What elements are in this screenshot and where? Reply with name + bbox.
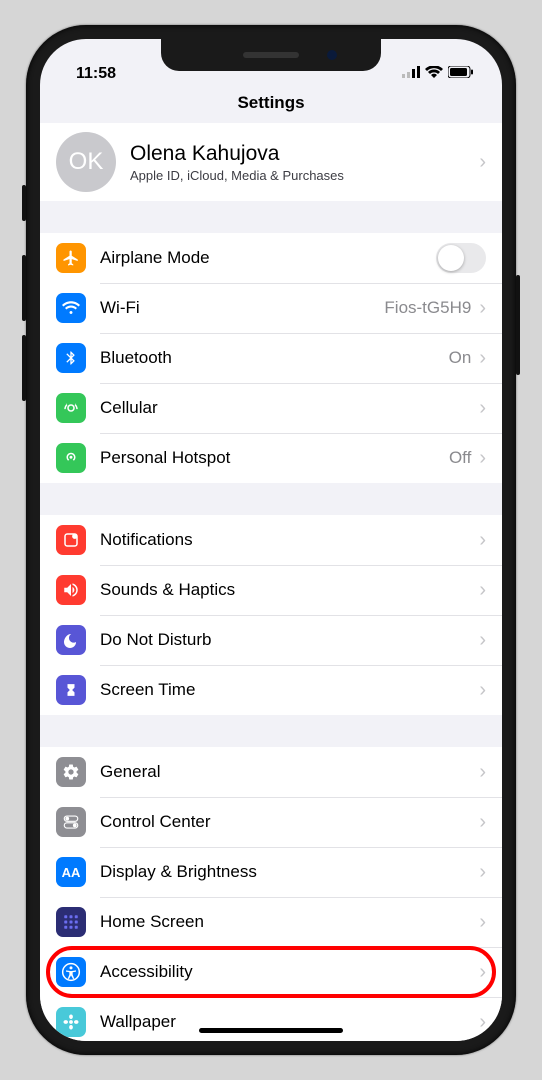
- notch: [161, 39, 381, 71]
- wallpaper-row[interactable]: Wallpaper ›: [40, 997, 502, 1041]
- switches-icon: [56, 807, 86, 837]
- wifi-value: Fios-tG5H9: [384, 298, 471, 318]
- chevron-right-icon: ›: [479, 679, 486, 702]
- chevron-right-icon: ›: [479, 761, 486, 784]
- chevron-right-icon: ›: [479, 447, 486, 470]
- phone-frame: 11:58 Settings OK Olena Kahujova A: [26, 25, 516, 1055]
- sounds-row[interactable]: Sounds & Haptics ›: [40, 565, 502, 615]
- airplane-label: Airplane Mode: [100, 248, 436, 268]
- notifications-label: Notifications: [100, 530, 477, 550]
- home-indicator[interactable]: [199, 1028, 343, 1033]
- wifi-label: Wi-Fi: [100, 298, 384, 318]
- chevron-right-icon: ›: [479, 629, 486, 652]
- cellular-signal-icon: [402, 65, 420, 83]
- battery-icon: [448, 65, 474, 83]
- wifi-row[interactable]: Wi-Fi Fios-tG5H9 ›: [40, 283, 502, 333]
- accessibility-row[interactable]: Accessibility ›: [40, 947, 502, 997]
- accessibility-label: Accessibility: [100, 962, 477, 982]
- home-screen-row[interactable]: Home Screen ›: [40, 897, 502, 947]
- screentime-row[interactable]: Screen Time ›: [40, 665, 502, 715]
- chevron-right-icon: ›: [479, 297, 486, 320]
- airplane-icon: [56, 243, 86, 273]
- chevron-right-icon: ›: [479, 529, 486, 552]
- chevron-right-icon: ›: [479, 1011, 486, 1034]
- bluetooth-icon: [56, 343, 86, 373]
- display-label: Display & Brightness: [100, 862, 477, 882]
- sounds-label: Sounds & Haptics: [100, 580, 477, 600]
- profile-subtitle: Apple ID, iCloud, Media & Purchases: [130, 168, 477, 183]
- apple-id-row[interactable]: OK Olena Kahujova Apple ID, iCloud, Medi…: [40, 123, 502, 201]
- dnd-row[interactable]: Do Not Disturb ›: [40, 615, 502, 665]
- chevron-right-icon: ›: [479, 961, 486, 984]
- hotspot-row[interactable]: Personal Hotspot Off ›: [40, 433, 502, 483]
- avatar: OK: [56, 132, 116, 192]
- airplane-mode-row[interactable]: Airplane Mode: [40, 233, 502, 283]
- airplane-toggle[interactable]: [436, 243, 486, 273]
- screentime-label: Screen Time: [100, 680, 477, 700]
- home-grid-icon: [56, 907, 86, 937]
- home-screen-label: Home Screen: [100, 912, 477, 932]
- moon-icon: [56, 625, 86, 655]
- screen: 11:58 Settings OK Olena Kahujova A: [40, 39, 502, 1041]
- notifications-icon: [56, 525, 86, 555]
- notifications-row[interactable]: Notifications ›: [40, 515, 502, 565]
- wifi-icon: [425, 65, 443, 83]
- chevron-right-icon: ›: [479, 579, 486, 602]
- profile-name: Olena Kahujova: [130, 142, 477, 166]
- chevron-right-icon: ›: [479, 151, 486, 174]
- chevron-right-icon: ›: [479, 811, 486, 834]
- control-center-label: Control Center: [100, 812, 477, 832]
- cellular-label: Cellular: [100, 398, 477, 418]
- chevron-right-icon: ›: [479, 347, 486, 370]
- general-row[interactable]: General ›: [40, 747, 502, 797]
- bluetooth-value: On: [449, 348, 472, 368]
- hourglass-icon: [56, 675, 86, 705]
- wifi-settings-icon: [56, 293, 86, 323]
- accessibility-icon: [56, 957, 86, 987]
- display-row[interactable]: AA Display & Brightness ›: [40, 847, 502, 897]
- bluetooth-label: Bluetooth: [100, 348, 449, 368]
- cellular-row[interactable]: Cellular ›: [40, 383, 502, 433]
- chevron-right-icon: ›: [479, 861, 486, 884]
- chevron-right-icon: ›: [479, 911, 486, 934]
- flower-icon: [56, 1007, 86, 1037]
- hotspot-label: Personal Hotspot: [100, 448, 449, 468]
- hotspot-icon: [56, 443, 86, 473]
- cellular-icon: [56, 393, 86, 423]
- chevron-right-icon: ›: [479, 397, 486, 420]
- text-size-icon: AA: [56, 857, 86, 887]
- general-label: General: [100, 762, 477, 782]
- status-time: 11:58: [68, 65, 116, 83]
- hotspot-value: Off: [449, 448, 471, 468]
- gear-icon: [56, 757, 86, 787]
- sounds-icon: [56, 575, 86, 605]
- bluetooth-row[interactable]: Bluetooth On ›: [40, 333, 502, 383]
- page-title: Settings: [40, 87, 502, 123]
- control-center-row[interactable]: Control Center ›: [40, 797, 502, 847]
- dnd-label: Do Not Disturb: [100, 630, 477, 650]
